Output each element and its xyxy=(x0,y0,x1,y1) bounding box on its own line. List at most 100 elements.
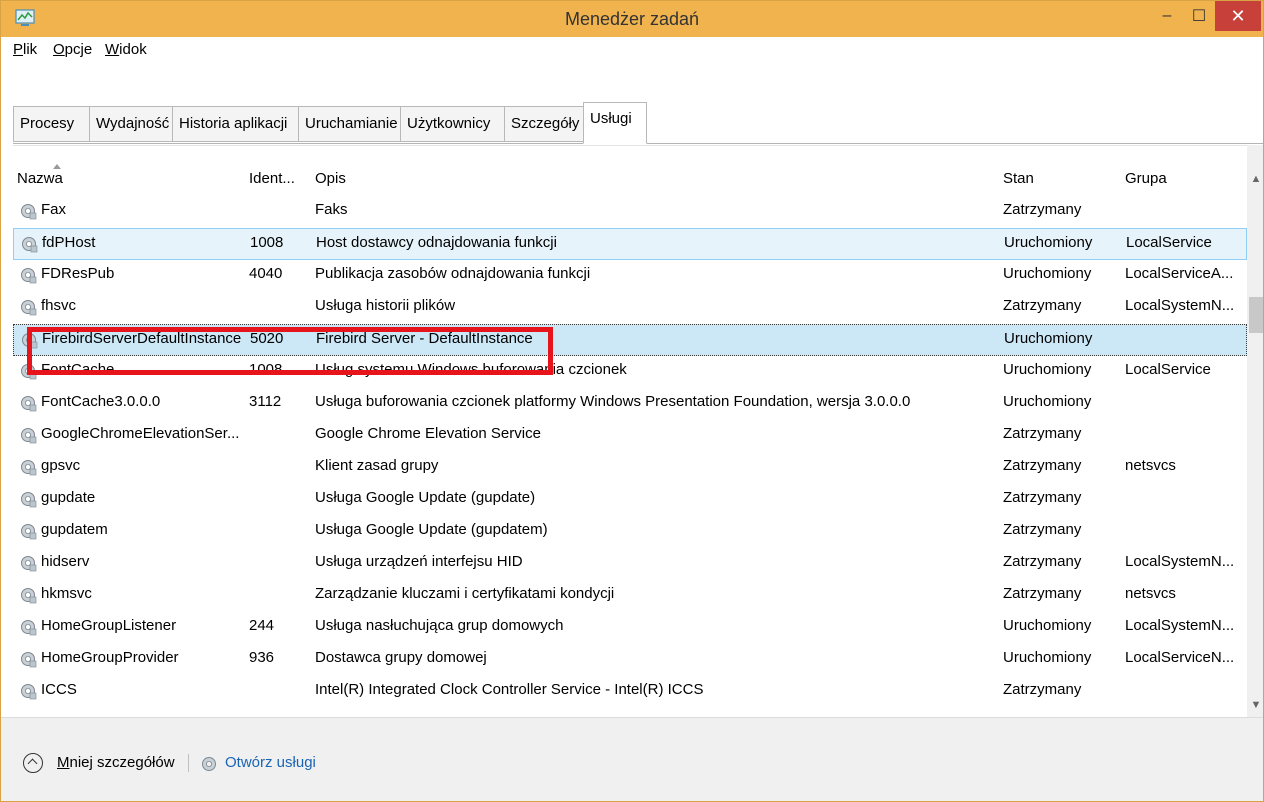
table-row[interactable]: GoogleChromeElevationSer... Google Chrome… xyxy=(13,420,1247,452)
menu-bar: Plik Opcje Widok xyxy=(1,37,1263,63)
title-bar: Menedżer zadań – ☐ ✕ xyxy=(1,1,1263,37)
cell-group: LocalServiceN... xyxy=(1125,649,1235,666)
scroll-thumb[interactable] xyxy=(1249,297,1263,333)
cell-group: LocalSystemN... xyxy=(1125,297,1235,314)
cell-status: Uruchomiony xyxy=(1003,361,1092,378)
cell-description: Intel(R) Integrated Clock Controller Ser… xyxy=(315,681,704,698)
table-row[interactable]: FontCache3.0.0.0 3112 Usługa buforowania c… xyxy=(13,388,1247,420)
cell-name: ICCS xyxy=(41,681,77,698)
cell-status: Zatrzymany xyxy=(1003,521,1082,538)
tab-app-history[interactable]: Historia aplikacji xyxy=(172,106,299,142)
column-header-name[interactable]: Nazwa xyxy=(17,170,63,187)
cell-status: Zatrzymany xyxy=(1003,489,1082,506)
gear-icon xyxy=(21,492,37,508)
cell-pid: 4040 xyxy=(249,265,283,282)
gear-icon xyxy=(22,237,38,253)
cell-name: gupdatem xyxy=(41,521,108,538)
table-row[interactable]: gpsvc Klient zasad grupy Zatrzymany netsvcs xyxy=(13,452,1247,484)
cell-description: Faks xyxy=(315,201,348,218)
gear-icon xyxy=(21,588,37,604)
cell-group: LocalService xyxy=(1126,234,1212,251)
column-header-status[interactable]: Stan xyxy=(1003,170,1034,187)
cell-status: Zatrzymany xyxy=(1003,297,1082,314)
cell-group: netsvcs xyxy=(1125,585,1176,602)
column-header-pid[interactable]: Ident... xyxy=(249,170,295,187)
cell-name: GoogleChromeElevationSer... xyxy=(41,425,240,442)
table-row[interactable]: gupdatem Usługa Google Update (gupdatem) Z… xyxy=(13,516,1247,548)
tab-details[interactable]: Szczegóły xyxy=(504,106,584,142)
highlight-box xyxy=(27,327,553,375)
scroll-down-icon[interactable]: ▼ xyxy=(1247,699,1263,711)
cell-status: Zatrzymany xyxy=(1003,425,1082,442)
fewer-details-link[interactable]: Mniej szczegółów xyxy=(57,754,175,771)
cell-name: FontCache3.0.0.0 xyxy=(41,393,161,410)
cell-description: Usługa urządzeń interfejsu HID xyxy=(315,553,523,570)
cell-group: LocalService xyxy=(1125,361,1211,378)
menu-options[interactable]: Opcje xyxy=(53,41,92,58)
scroll-up-icon[interactable]: ▲ xyxy=(1247,173,1263,185)
cell-status: Uruchomiony xyxy=(1003,265,1092,282)
cell-description: Usługa historii plików xyxy=(315,297,456,314)
gear-icon xyxy=(21,300,37,316)
vertical-scrollbar[interactable]: ▲ ▼ xyxy=(1247,145,1263,717)
table-row[interactable]: ICCS Intel(R) Integrated Clock Controller… xyxy=(13,676,1247,708)
table-row[interactable]: Fax Faks Zatrzymany xyxy=(13,196,1247,228)
tab-users[interactable]: Użytkownicy xyxy=(400,106,505,142)
cell-name: hkmsvc xyxy=(41,585,92,602)
cell-description: Zarządzanie kluczami i certyfikatami kon… xyxy=(315,585,615,602)
sort-ascending-icon xyxy=(53,164,61,169)
footer-divider xyxy=(188,754,189,772)
cell-description: Usługa nasłuchująca grup domowych xyxy=(315,617,564,634)
services-table: Nazwa Ident... Opis Stan Grupa Fax Faks Za… xyxy=(13,145,1263,718)
table-row[interactable]: gupdate Usługa Google Update (gupdate) Zat… xyxy=(13,484,1247,516)
cell-status: Uruchomiony xyxy=(1003,393,1092,410)
maximize-button[interactable]: ☐ xyxy=(1183,1,1215,31)
footer-bar: Mniej szczegółów Otwórz usługi xyxy=(1,717,1263,801)
gear-icon xyxy=(21,396,37,412)
cell-group: netsvcs xyxy=(1125,457,1176,474)
menu-file[interactable]: Plik xyxy=(13,41,37,58)
gear-icon xyxy=(21,428,37,444)
column-header-group[interactable]: Grupa xyxy=(1125,170,1167,187)
table-row[interactable]: FDResPub 4040 Publikacja zasobów odnajdowa… xyxy=(13,260,1247,292)
cell-description: Dostawca grupy domowej xyxy=(315,649,487,666)
tab-processes[interactable]: Procesy xyxy=(13,106,90,142)
cell-name: HomeGroupListener xyxy=(41,617,177,634)
tab-startup[interactable]: Uruchamianie xyxy=(298,106,401,142)
cell-group: LocalSystemN... xyxy=(1125,553,1235,570)
open-services-link[interactable]: Otwórz usługi xyxy=(225,754,316,771)
gear-icon xyxy=(21,652,37,668)
table-row[interactable]: fdPHost 1008 Host dostawcy odnajdowania fu… xyxy=(13,228,1247,260)
cell-pid: 936 xyxy=(249,649,275,666)
menu-view[interactable]: Widok xyxy=(105,41,147,58)
cell-name: FDResPub xyxy=(41,265,115,282)
table-row[interactable]: hidserv Usługa urządzeń interfejsu HID Zat… xyxy=(13,548,1247,580)
gear-icon xyxy=(21,524,37,540)
cell-status: Uruchomiony xyxy=(1004,330,1093,347)
cell-status: Zatrzymany xyxy=(1003,201,1082,218)
column-header-description[interactable]: Opis xyxy=(315,170,346,187)
task-manager-window: Menedżer zadań – ☐ ✕ Plik Opcje Widok Pr… xyxy=(0,0,1264,802)
table-header: Nazwa Ident... Opis Stan Grupa xyxy=(13,146,1247,196)
table-row[interactable]: HomeGroupProvider 936 Dostawca grupy domow… xyxy=(13,644,1247,676)
tab-performance[interactable]: Wydajność xyxy=(89,106,173,142)
cell-name: HomeGroupProvider xyxy=(41,649,179,666)
cell-name: fdPHost xyxy=(42,234,96,251)
cell-name: gupdate xyxy=(41,489,96,506)
chevron-up-icon[interactable] xyxy=(23,753,43,773)
cell-status: Uruchomiony xyxy=(1003,649,1092,666)
cell-pid: 1008 xyxy=(250,234,284,251)
minimize-button[interactable]: – xyxy=(1151,1,1183,31)
cell-status: Uruchomiony xyxy=(1003,617,1092,634)
cell-status: Zatrzymany xyxy=(1003,457,1082,474)
cell-group: LocalServiceA... xyxy=(1125,265,1234,282)
cell-name: gpsvc xyxy=(41,457,81,474)
window-title: Menedżer zadań xyxy=(564,9,700,29)
table-row[interactable]: fhsvc Usługa historii plików Zatrzymany Loc… xyxy=(13,292,1247,324)
table-row[interactable]: HomeGroupListener 244 Usługa nasłuchująca … xyxy=(13,612,1247,644)
close-button[interactable]: ✕ xyxy=(1215,1,1261,31)
cell-pid: 244 xyxy=(249,617,275,634)
table-row[interactable]: hkmsvc Zarządzanie kluczami i certyfikata… xyxy=(13,580,1247,612)
cell-group: LocalSystemN... xyxy=(1125,617,1235,634)
tab-services[interactable]: Usługi xyxy=(583,102,647,144)
